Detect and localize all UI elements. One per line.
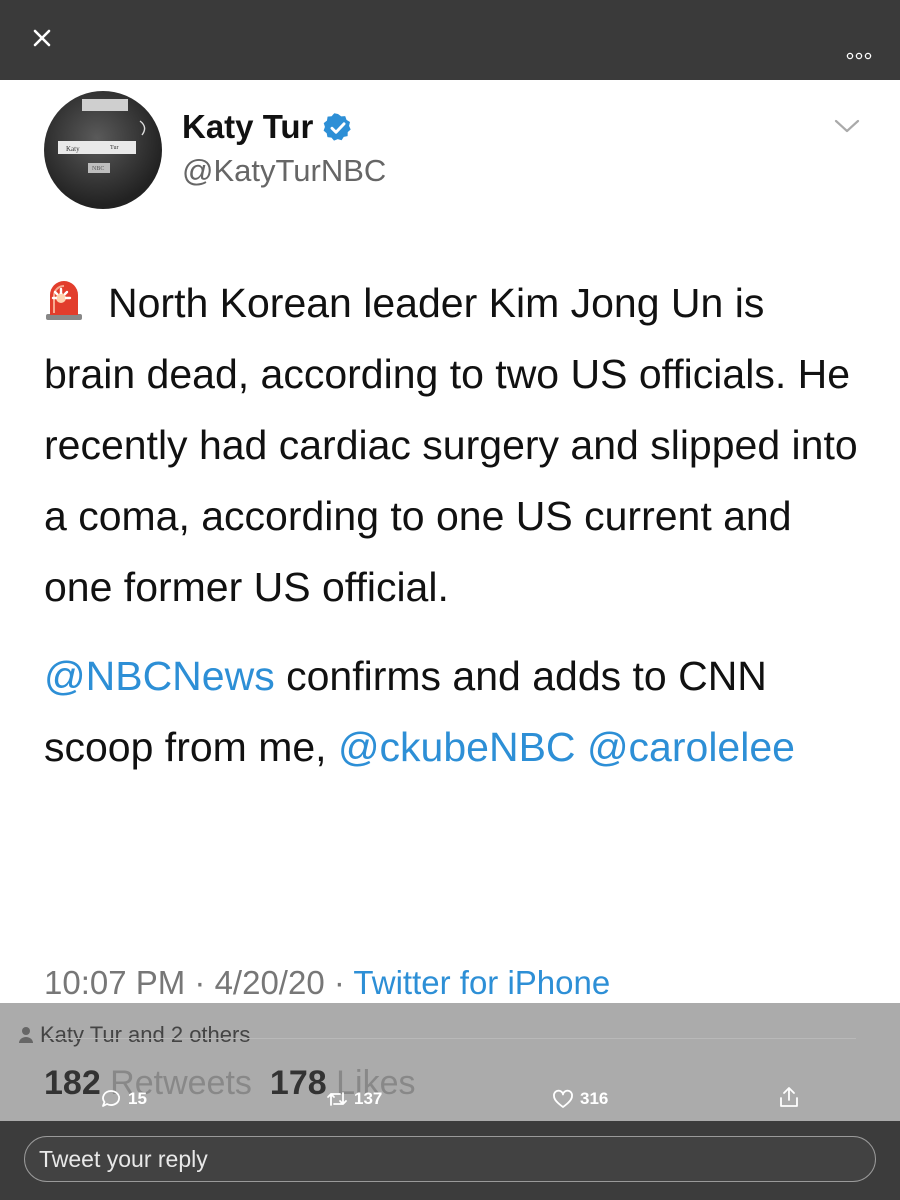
social-context[interactable]: Katy Tur and 2 others bbox=[18, 1022, 250, 1048]
avatar-label-first: Katy bbox=[66, 145, 80, 153]
retweet-icon bbox=[327, 1092, 347, 1106]
meta-separator: · bbox=[324, 964, 354, 1001]
close-icon[interactable] bbox=[28, 24, 56, 52]
avatar-label-last: Tur bbox=[110, 145, 118, 151]
person-icon bbox=[19, 1027, 33, 1043]
reply-button[interactable]: 15 bbox=[100, 1088, 147, 1110]
tweet-date: 4/20/20 bbox=[214, 964, 325, 1001]
tweet-paragraph-1: North Korean leader Kim Jong Un is brain… bbox=[44, 268, 864, 623]
tweet-source-link[interactable]: Twitter for iPhone bbox=[353, 964, 610, 1001]
like-action-count: 316 bbox=[580, 1089, 609, 1108]
mention-carolelee[interactable]: @carolelee bbox=[587, 724, 795, 770]
siren-emoji-icon bbox=[46, 281, 82, 320]
like-button[interactable]: 316 bbox=[552, 1088, 608, 1110]
tweet-text-1: North Korean leader Kim Jong Un is brain… bbox=[44, 280, 858, 610]
tweet-meta: 10:07 PM · 4/20/20 · Twitter for iPhone bbox=[44, 964, 610, 1002]
divider bbox=[44, 1038, 856, 1039]
avatar-label-network: NBC bbox=[92, 166, 104, 172]
top-bar bbox=[0, 0, 900, 80]
more-horizontal-icon[interactable] bbox=[846, 52, 872, 60]
verified-badge-icon bbox=[323, 113, 351, 141]
avatar[interactable]: Katy Tur NBC bbox=[44, 91, 162, 209]
reply-icon bbox=[102, 1090, 120, 1107]
meta-separator: · bbox=[185, 964, 215, 1001]
mention-ckubenbc[interactable]: @ckubeNBC bbox=[338, 724, 576, 770]
retweet-button[interactable]: 137 bbox=[326, 1088, 382, 1110]
tweet-paragraph-2: @NBCNews confirms and adds to CNN scoop … bbox=[44, 641, 864, 783]
tweet-body: North Korean leader Kim Jong Un is brain… bbox=[44, 268, 864, 783]
author-handle[interactable]: @KatyTurNBC bbox=[182, 153, 386, 189]
retweet-action-count: 137 bbox=[354, 1089, 383, 1108]
author-display-name[interactable]: Katy Tur bbox=[182, 108, 313, 146]
reply-input[interactable] bbox=[24, 1136, 876, 1182]
heart-icon bbox=[553, 1089, 573, 1108]
reply-count: 15 bbox=[128, 1089, 147, 1108]
chevron-down-icon[interactable] bbox=[834, 118, 860, 134]
share-icon bbox=[780, 1087, 798, 1107]
action-bar: 15 137 316 bbox=[0, 1086, 900, 1114]
share-button[interactable] bbox=[778, 1086, 806, 1108]
tweet-time: 10:07 PM bbox=[44, 964, 186, 1001]
mention-nbcnews[interactable]: @NBCNews bbox=[44, 653, 275, 699]
tweet-text-3 bbox=[576, 724, 587, 770]
social-context-text: Katy Tur and 2 others bbox=[40, 1022, 251, 1047]
